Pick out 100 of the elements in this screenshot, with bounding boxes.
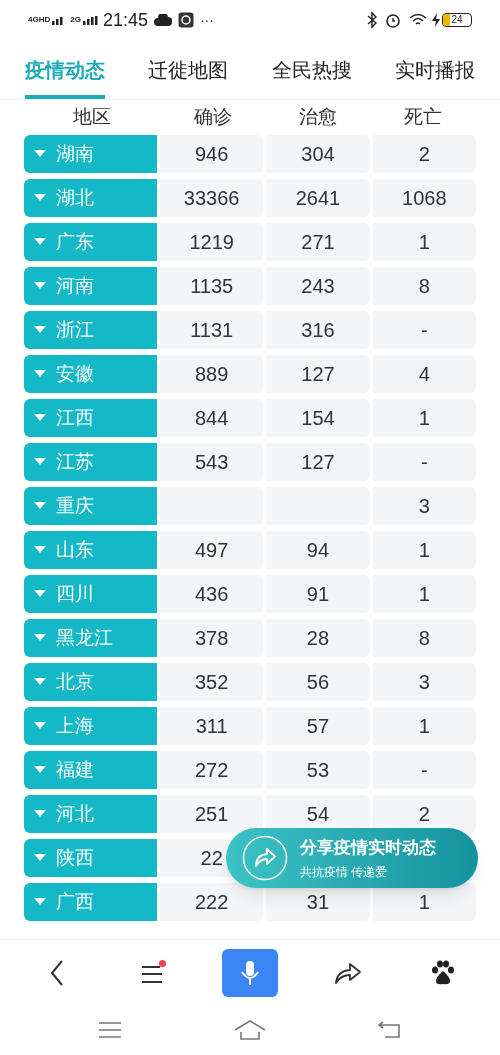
caret-icon: [34, 810, 46, 818]
caret-icon: [34, 854, 46, 862]
region-row-toggle[interactable]: 湖北: [24, 179, 157, 217]
share-icon: [333, 960, 362, 985]
cured-cell: 28: [266, 619, 370, 657]
region-row-toggle[interactable]: 福建: [24, 751, 157, 789]
region-row-toggle[interactable]: 江西: [24, 399, 157, 437]
caret-icon: [34, 502, 46, 510]
death-cell: 4: [372, 355, 476, 393]
caret-icon: [34, 458, 46, 466]
more-indicator: ···: [199, 10, 214, 30]
caret-icon: [34, 370, 46, 378]
region-row-toggle[interactable]: 河南: [24, 267, 157, 305]
column-header: 死亡: [404, 104, 443, 129]
share-title: 分享疫情实时动态: [300, 836, 436, 859]
confirmed-cell: 543: [160, 443, 264, 481]
confirmed-cell: 844: [160, 399, 264, 437]
death-cell: 1: [372, 399, 476, 437]
column-header: 地区: [73, 104, 111, 129]
death-cell: 3: [372, 663, 476, 701]
column-header: 治愈: [299, 104, 337, 129]
region-row-toggle[interactable]: 浙江: [24, 311, 157, 349]
caret-icon: [34, 546, 46, 554]
cured-cell: 316: [266, 311, 370, 349]
region-row-toggle[interactable]: 山东: [24, 531, 157, 569]
region-row-toggle[interactable]: 安徽: [24, 355, 157, 393]
cured-cell: 56: [266, 663, 370, 701]
death-cell: 1: [372, 707, 476, 745]
caret-icon: [34, 414, 46, 422]
cured-cell: 271: [266, 223, 370, 261]
cured-cell: 243: [266, 267, 370, 305]
microphone-icon: [241, 959, 259, 986]
network-label: 2G: [70, 16, 81, 24]
region-row-toggle[interactable]: 重庆: [24, 487, 157, 525]
tab[interactable]: 疫情动态: [25, 40, 105, 99]
region-row-toggle[interactable]: 上海: [24, 707, 157, 745]
death-cell: 1: [372, 575, 476, 613]
cured-cell: 127: [266, 355, 370, 393]
share-subtitle: 共抗疫情 传递爱: [300, 864, 388, 882]
cured-cell: 94: [266, 531, 370, 569]
cured-cell: 53: [266, 751, 370, 789]
confirmed-cell: 272: [160, 751, 264, 789]
wifi-icon: [409, 13, 427, 27]
caret-icon: [34, 898, 46, 906]
confirmed-cell: 436: [160, 575, 264, 613]
death-cell: 1: [372, 531, 476, 569]
caret-icon: [34, 766, 46, 774]
tab[interactable]: 实时播报: [395, 40, 475, 99]
region-row-toggle[interactable]: 四川: [24, 575, 157, 613]
confirmed-cell: 378: [160, 619, 264, 657]
region-row-toggle[interactable]: 河北: [24, 795, 157, 833]
confirmed-cell: 1219: [160, 223, 264, 261]
cured-cell: 2641: [266, 179, 370, 217]
network-label: 4GHD: [28, 16, 51, 24]
app-icon: [177, 12, 194, 28]
bluetooth-icon: [367, 12, 377, 28]
region-row-toggle[interactable]: 江苏: [24, 443, 157, 481]
voice-search-button[interactable]: [222, 948, 278, 997]
cured-cell: 304: [266, 135, 370, 173]
death-cell: 2: [372, 135, 476, 173]
cloud-icon: [153, 14, 172, 26]
caret-icon: [34, 590, 46, 598]
caret-icon: [34, 150, 46, 158]
cured-cell: 154: [266, 399, 370, 437]
back-icon: [50, 959, 65, 986]
signal-icon: [82, 15, 99, 25]
clock: 21:45: [102, 8, 148, 32]
caret-icon: [34, 238, 46, 246]
confirmed-cell: 311: [160, 707, 264, 745]
region-row-toggle[interactable]: 广西: [24, 883, 157, 921]
paw-icon: [429, 959, 456, 986]
death-cell: -: [372, 311, 476, 349]
region-row-toggle[interactable]: 陕西: [24, 839, 157, 877]
confirmed-cell: 222: [160, 883, 264, 921]
caret-icon: [34, 326, 46, 334]
confirmed-cell: 352: [160, 663, 264, 701]
caret-icon: [34, 722, 46, 730]
caret-icon: [34, 194, 46, 202]
share-banner[interactable]: 分享疫情实时动态 共抗疫情 传递爱: [226, 828, 478, 888]
death-cell: -: [372, 443, 476, 481]
death-cell: 8: [372, 619, 476, 657]
death-cell: -: [372, 751, 476, 789]
tab[interactable]: 迁徙地图: [148, 40, 229, 99]
region-row-toggle[interactable]: 湖南: [24, 135, 157, 173]
death-cell: 3: [372, 487, 476, 525]
confirmed-cell: 889: [160, 355, 264, 393]
cured-cell: 57: [266, 707, 370, 745]
caret-icon: [34, 678, 46, 686]
cured-cell: 91: [266, 575, 370, 613]
share-icon: [242, 835, 288, 881]
region-row-toggle[interactable]: 北京: [24, 663, 157, 701]
confirmed-cell: 33366: [160, 179, 264, 217]
caret-icon: [34, 634, 46, 642]
death-cell: 1068: [372, 179, 476, 217]
region-row-toggle[interactable]: 黑龙江: [24, 619, 157, 657]
region-row-toggle[interactable]: 广东: [24, 223, 157, 261]
confirmed-cell: 251: [160, 795, 264, 833]
column-header: 确诊: [193, 104, 232, 129]
death-cell: 1: [372, 223, 476, 261]
tab[interactable]: 全民热搜: [271, 40, 352, 99]
